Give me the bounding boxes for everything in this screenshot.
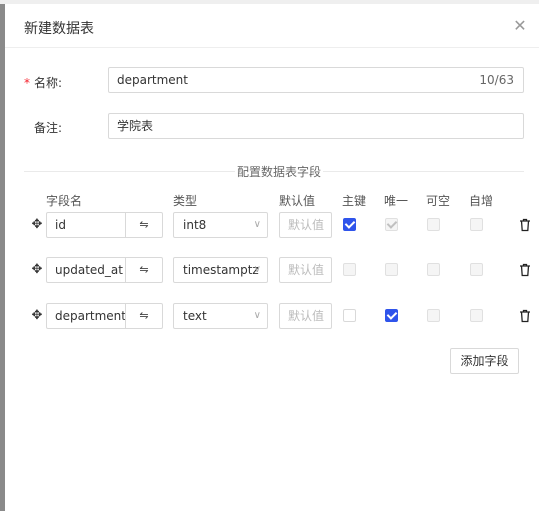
unique-checkbox[interactable] [385,218,398,231]
chevron-down-icon: ∨ [253,219,261,230]
auto-increment-checkbox[interactable] [470,218,483,231]
field-type-value: int8 [183,218,207,232]
primary-key-checkbox[interactable] [343,309,356,322]
col-header-field-name: 字段名 [46,194,83,208]
drag-handle-icon[interactable]: ✥ [31,263,43,276]
remark-input[interactable]: 学院表 [108,113,524,139]
trash-icon[interactable] [519,309,531,323]
default-value-input[interactable]: 默认值 [279,212,332,238]
chevron-down-icon: ∨ [253,264,261,275]
field-name-value: updated_at [55,263,123,277]
nullable-checkbox[interactable] [427,309,440,322]
close-icon[interactable]: ✕ [512,17,528,35]
name-label-text: 名称: [34,76,63,90]
default-value-input[interactable]: 默认值 [279,303,332,329]
field-name-input[interactable]: departmentI ⇋ [46,303,163,329]
auto-increment-checkbox[interactable] [470,309,483,322]
primary-key-checkbox[interactable] [343,218,356,231]
chevron-down-icon: ∨ [253,310,261,321]
primary-key-checkbox[interactable] [343,263,356,276]
remark-label: 备注: [34,121,63,135]
col-header-type: 类型 [173,194,198,208]
header-divider [5,47,539,48]
add-field-button[interactable]: 添加字段 [450,348,519,374]
field-type-select[interactable]: text ∨ [173,303,268,329]
col-header-unique: 唯一 [384,194,409,208]
new-table-dialog: 新建数据表 ✕ * 名称: department 10/63 备注: 学院表 配置… [5,4,539,511]
trash-icon[interactable] [519,263,531,277]
table-name-value: department [117,73,188,87]
col-header-primary: 主键 [342,194,367,208]
auto-increment-checkbox[interactable] [470,263,483,276]
field-type-select[interactable]: int8 ∨ [173,212,268,238]
col-header-auto-increment: 自增 [469,194,494,208]
table-name-input[interactable]: department 10/63 [108,67,524,93]
default-value-input[interactable]: 默认值 [279,257,332,283]
field-name-value: departmentI [55,309,125,323]
required-mark: * [24,76,30,90]
field-type-value: text [183,309,207,323]
nullable-checkbox[interactable] [427,263,440,276]
col-header-default: 默认值 [279,194,316,208]
col-header-nullable: 可空 [426,194,451,208]
trash-icon[interactable] [519,218,531,232]
section-title: 配置数据表字段 [235,163,324,180]
translate-icon[interactable]: ⇋ [126,304,162,328]
char-counter: 10/63 [479,73,514,87]
field-name-value: id [55,218,66,232]
drag-handle-icon[interactable]: ✥ [31,309,43,322]
field-name-input[interactable]: id ⇋ [46,212,163,238]
drag-handle-icon[interactable]: ✥ [31,218,43,231]
unique-checkbox[interactable] [385,309,398,322]
field-type-value: timestamptz [183,263,259,277]
unique-checkbox[interactable] [385,263,398,276]
name-label: * 名称: [24,74,62,91]
translate-icon[interactable]: ⇋ [126,213,162,237]
dialog-title: 新建数据表 [24,21,94,37]
translate-icon[interactable]: ⇋ [126,258,162,282]
field-type-select[interactable]: timestamptz ∨ [173,257,268,283]
field-name-input[interactable]: updated_at ⇋ [46,257,163,283]
nullable-checkbox[interactable] [427,218,440,231]
remark-value: 学院表 [117,119,154,133]
